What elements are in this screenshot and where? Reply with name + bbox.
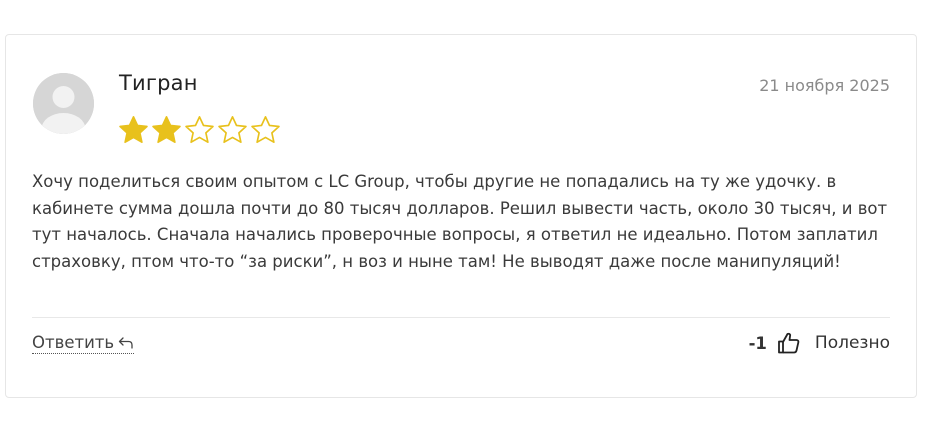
review-card: Тигран 21 ноября 2025 Хочу поделиться св… xyxy=(5,34,917,398)
reply-button[interactable]: Ответить xyxy=(32,333,135,354)
review-author: Тигран xyxy=(119,71,198,95)
star-empty-icon xyxy=(184,115,215,144)
avatar xyxy=(33,73,94,134)
star-filled-icon xyxy=(118,115,149,144)
vote-count: -1 xyxy=(748,333,767,353)
user-silhouette-icon xyxy=(33,73,94,134)
reply-arrow-icon xyxy=(118,336,134,350)
review-text: Хочу поделиться своим опытом с LC Group,… xyxy=(32,172,888,271)
helpful-button[interactable]: Полезно xyxy=(815,333,890,353)
rating-stars xyxy=(118,115,281,144)
thumbs-up-icon[interactable] xyxy=(777,331,801,355)
star-filled-icon xyxy=(151,115,182,144)
review-date: 21 ноября 2025 xyxy=(759,76,890,95)
feedback-controls: -1 Полезно xyxy=(749,331,890,355)
star-empty-icon xyxy=(250,115,281,144)
divider xyxy=(32,317,890,318)
star-empty-icon xyxy=(217,115,248,144)
reply-label: Ответить xyxy=(32,333,115,352)
